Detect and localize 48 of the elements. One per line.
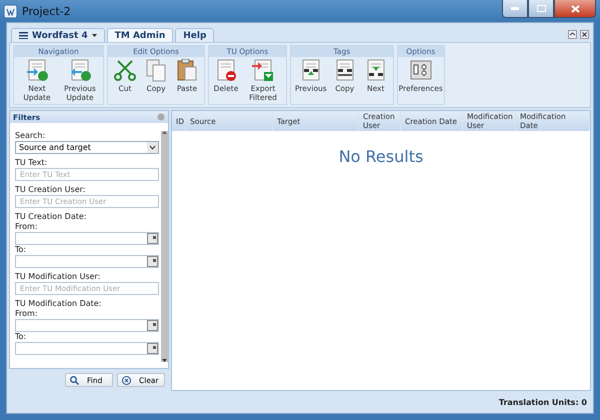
calendar-icon[interactable]	[147, 256, 158, 267]
caret-icon	[92, 34, 97, 37]
field-label: Search:	[15, 131, 46, 141]
window-title: Project-2	[22, 4, 71, 18]
clear-icon	[122, 376, 131, 384]
date-field[interactable]	[15, 342, 159, 355]
empty-message: No Results	[338, 147, 424, 166]
app-icon	[4, 4, 17, 18]
status-text: Translation Units: 0	[498, 398, 587, 406]
page-filter-icon	[252, 59, 274, 82]
search-dropdown[interactable]: Source and target	[15, 141, 159, 154]
close-button[interactable]	[554, 0, 596, 18]
close-icon	[570, 4, 580, 12]
scroll-down-icon[interactable]	[162, 359, 167, 362]
close-icon[interactable]	[580, 30, 589, 38]
scissors-icon	[114, 59, 136, 82]
calendar-icon[interactable]	[147, 320, 158, 331]
page-tags-icon	[334, 59, 356, 82]
field-label: To:	[15, 245, 28, 255]
search-icon	[70, 376, 79, 384]
sliders-icon	[410, 59, 432, 82]
maximize-button[interactable]	[528, 0, 554, 18]
app-menu-tab[interactable]: Wordfast 4	[11, 28, 105, 42]
page-delete-icon	[215, 59, 237, 82]
field-label: TU Modification Date:	[15, 299, 102, 309]
ribbon-tab[interactable]: Help	[175, 28, 214, 42]
date-field[interactable]	[15, 232, 159, 245]
date-field[interactable]	[15, 319, 159, 332]
calendar-icon[interactable]	[147, 233, 158, 244]
field-label: From:	[15, 222, 39, 232]
scrollbar[interactable]	[161, 131, 168, 362]
caret-icon	[147, 142, 158, 153]
field-label: TU Modification User:	[15, 272, 102, 282]
minimize-button[interactable]	[502, 0, 528, 18]
field-label: From:	[15, 309, 39, 319]
ribbon-tab[interactable]: TM Admin	[106, 28, 174, 42]
copy-icon	[145, 59, 167, 82]
menu-icon	[19, 32, 28, 39]
field-label: To:	[15, 332, 28, 342]
date-field[interactable]	[15, 255, 159, 268]
calendar-icon[interactable]	[147, 343, 158, 354]
field-label: TU Creation Date:	[15, 212, 88, 222]
minimize-icon	[511, 7, 519, 10]
clipboard-icon	[176, 59, 198, 82]
field-label: TU Text:	[15, 158, 48, 168]
maximize-icon	[536, 5, 546, 12]
field-label: TU Creation User:	[15, 185, 86, 195]
scroll-up-icon[interactable]	[162, 131, 167, 134]
